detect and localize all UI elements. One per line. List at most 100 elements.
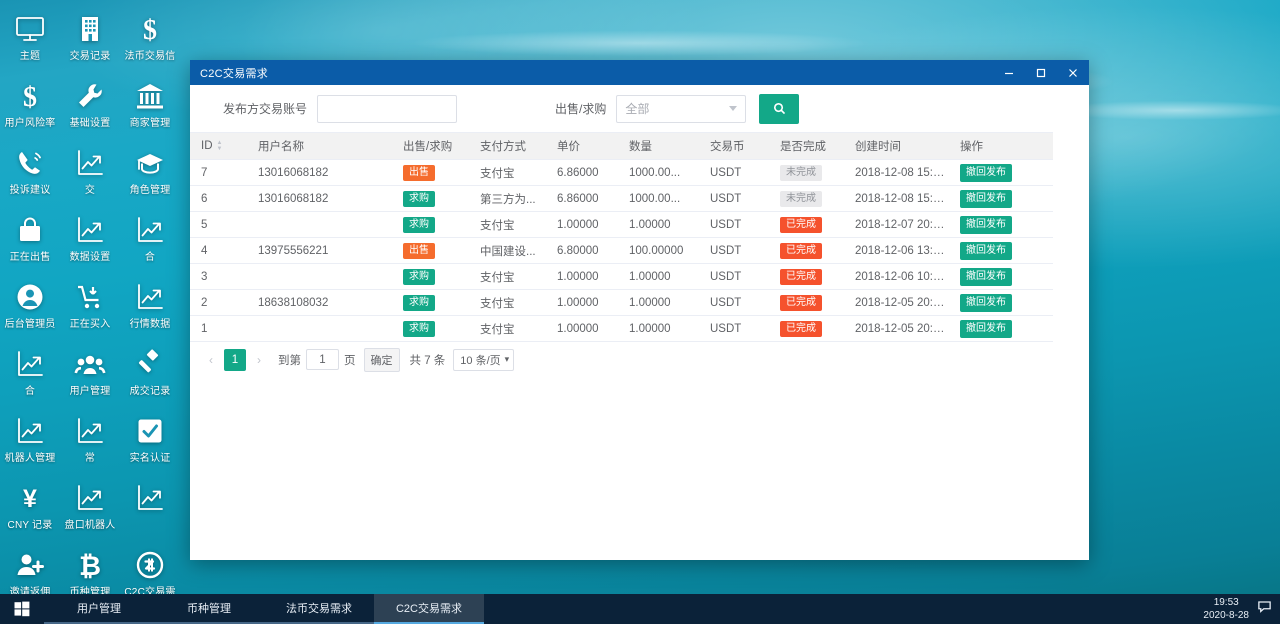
withdraw-publish-button[interactable]: 撤回发布 <box>960 319 1012 338</box>
jump-suffix-label: 页 <box>344 354 356 367</box>
chart-up-icon <box>73 146 107 180</box>
prev-page-button[interactable]: ‹ <box>200 349 222 371</box>
cell-coin: USDT <box>699 185 769 212</box>
cell-coin: USDT <box>699 211 769 238</box>
table-row[interactable]: 7 13016068182 出售 支付宝 6.86000 1000.00... USDT 未完… <box>190 159 1053 186</box>
desktop-icon-11[interactable]: 数据设置 <box>60 207 120 264</box>
desktop-icon-label: 后台管理员 <box>4 319 56 330</box>
taskbar-item-2[interactable]: 币种管理 <box>154 594 264 624</box>
search-button[interactable] <box>759 93 800 124</box>
cell-action: 撤回发布 <box>949 263 1053 290</box>
desktop-icon-1[interactable]: 主题 <box>0 6 60 63</box>
desktop-icon-2[interactable]: 交易记录 <box>60 6 120 63</box>
trade-type-badge: 求购 <box>403 320 435 337</box>
minimize-icon[interactable] <box>993 60 1025 85</box>
desktop-icon-14[interactable]: 正在买入 <box>60 274 120 331</box>
next-page-button[interactable]: › <box>248 349 270 371</box>
desktop-icon-label: 行情数据 <box>129 319 171 330</box>
chat-bubble-icon[interactable] <box>1257 599 1272 619</box>
maximize-icon[interactable] <box>1025 60 1057 85</box>
table-row[interactable]: 1 求购 支付宝 1.00000 1.00000 USDT 已完成 2018-12-05 20… <box>190 315 1053 342</box>
desktop-icon-23[interactable]: 盘口机器人 <box>60 475 120 532</box>
desktop-icon-10[interactable]: 正在出售 <box>0 207 60 264</box>
cell-status: 已完成 <box>769 211 844 238</box>
desktop-icon-3[interactable]: $ 法币交易信 <box>120 6 180 63</box>
table-header-ID[interactable]: ID ▲ ▼ <box>190 132 247 160</box>
window-controls <box>993 60 1089 85</box>
table-header-操作: 操作 <box>949 132 1053 160</box>
start-button[interactable] <box>0 594 44 624</box>
withdraw-publish-button[interactable]: 撤回发布 <box>960 215 1012 234</box>
trade-type-badge: 求购 <box>403 216 435 233</box>
cell-id: 6 <box>190 185 247 212</box>
chart-up-icon <box>73 481 107 515</box>
desktop-icon-label: 投诉建议 <box>9 185 51 196</box>
close-icon[interactable] <box>1057 60 1089 85</box>
table-row[interactable]: 4 13975556221 出售 中国建设... 6.80000 100.00000 USD… <box>190 237 1053 264</box>
chart-up-icon <box>133 481 167 515</box>
table-header-label: 单价 <box>557 141 580 153</box>
desktop-icon-19[interactable]: 机器人管理 <box>0 408 60 465</box>
phone-icon <box>13 146 47 180</box>
desktop-icon-13[interactable]: 后台管理员 <box>0 274 60 331</box>
desktop-icon-26[interactable]: ₿ 币种管理 <box>60 542 120 599</box>
desktop-icon-18[interactable]: 成交记录 <box>120 341 180 398</box>
desktop-icon-20[interactable]: 常 <box>60 408 120 465</box>
cell-quantity: 100.00000 <box>618 237 699 264</box>
withdraw-publish-button[interactable]: 撤回发布 <box>960 267 1012 286</box>
withdraw-publish-button[interactable]: 撤回发布 <box>960 241 1012 260</box>
desktop-icon-22[interactable]: ¥ CNY 记录 <box>0 475 60 532</box>
desktop-icon-5[interactable]: 基础设置 <box>60 73 120 130</box>
page-number-1[interactable]: 1 <box>224 348 246 371</box>
type-select[interactable]: 全部 <box>616 94 747 123</box>
desktop-icon-27[interactable]: C2C交易需 <box>120 542 180 599</box>
taskbar-item-1[interactable]: 用户管理 <box>44 594 154 624</box>
taskbar-item-4[interactable]: C2C交易需求 <box>374 594 484 624</box>
sort-icon[interactable]: ▲ ▼ <box>217 140 223 152</box>
desktop-icon-7[interactable]: 投诉建议 <box>0 140 60 197</box>
table-header-label: 创建时间 <box>855 141 901 153</box>
cell-payment: 支付宝 <box>469 211 546 238</box>
withdraw-publish-button[interactable]: 撤回发布 <box>960 163 1012 182</box>
cell-payment: 支付宝 <box>469 159 546 186</box>
table-row[interactable]: 2 18638108032 求购 支付宝 1.00000 1.00000 USDT 已完成 20… <box>190 289 1053 316</box>
desktop-icon-4[interactable]: $ 用户风险率 <box>0 73 60 130</box>
withdraw-publish-button[interactable]: 撤回发布 <box>960 293 1012 312</box>
cell-payment: 支付宝 <box>469 315 546 342</box>
window-body: 发布方交易账号 出售/求购 全部 ID ▲ ▼ 用户名称 出售/求购 支付方式 … <box>190 85 1089 560</box>
taskbar-item-3[interactable]: 法币交易需求 <box>264 594 374 624</box>
clock[interactable]: 19:53 2020-8-28 <box>1203 596 1249 622</box>
cell-trade-type: 求购 <box>392 263 469 290</box>
desktop-icon-12[interactable]: 合 <box>120 207 180 264</box>
account-input[interactable] <box>317 94 458 123</box>
desktop-icon-label: 常 <box>84 453 96 464</box>
confirm-jump-button[interactable]: 确定 <box>363 347 400 372</box>
page-size-select[interactable]: 10 条/页 ▾ <box>453 348 515 371</box>
status-badge: 未完成 <box>780 164 822 181</box>
desktop-icon-21[interactable]: 实名认证 <box>120 408 180 465</box>
chart-up-icon <box>133 280 167 314</box>
desktop-icon-6[interactable]: 商家管理 <box>120 73 180 130</box>
desktop-icon-9[interactable]: 角色管理 <box>120 140 180 197</box>
cell-trade-type: 出售 <box>392 237 469 264</box>
withdraw-publish-button[interactable]: 撤回发布 <box>960 189 1012 208</box>
cell-user: 13016068182 <box>247 185 392 212</box>
cell-created-time: 2018-12-07 20:05:54 <box>844 211 949 238</box>
jump-page-input[interactable] <box>306 349 339 370</box>
table-row[interactable]: 3 求购 支付宝 1.00000 1.00000 USDT 已完成 2018-12-06 10… <box>190 263 1053 290</box>
desktop-icon-16[interactable]: 合 <box>0 341 60 398</box>
desktop-icon-15[interactable]: 行情数据 <box>120 274 180 331</box>
cell-quantity: 1000.00... <box>618 159 699 186</box>
svg-text:¥: ¥ <box>23 485 37 513</box>
desktop-icon-24[interactable] <box>120 475 180 532</box>
desktop-icon-25[interactable]: 邀请返佣 <box>0 542 60 599</box>
cell-created-time: 2018-12-08 15:49:51 <box>844 185 949 212</box>
desktop-icon-17[interactable]: 用户管理 <box>60 341 120 398</box>
cell-user: 13975556221 <box>247 237 392 264</box>
table-row[interactable]: 6 13016068182 求购 第三方为... 6.86000 1000.00... US… <box>190 185 1053 212</box>
desktop-icon-8[interactable]: 交 <box>60 140 120 197</box>
svg-text:$: $ <box>23 82 37 112</box>
cell-status: 已完成 <box>769 263 844 290</box>
table-row[interactable]: 5 求购 支付宝 1.00000 1.00000 USDT 已完成 2018-12-07 20… <box>190 211 1053 238</box>
cell-status: 未完成 <box>769 185 844 212</box>
